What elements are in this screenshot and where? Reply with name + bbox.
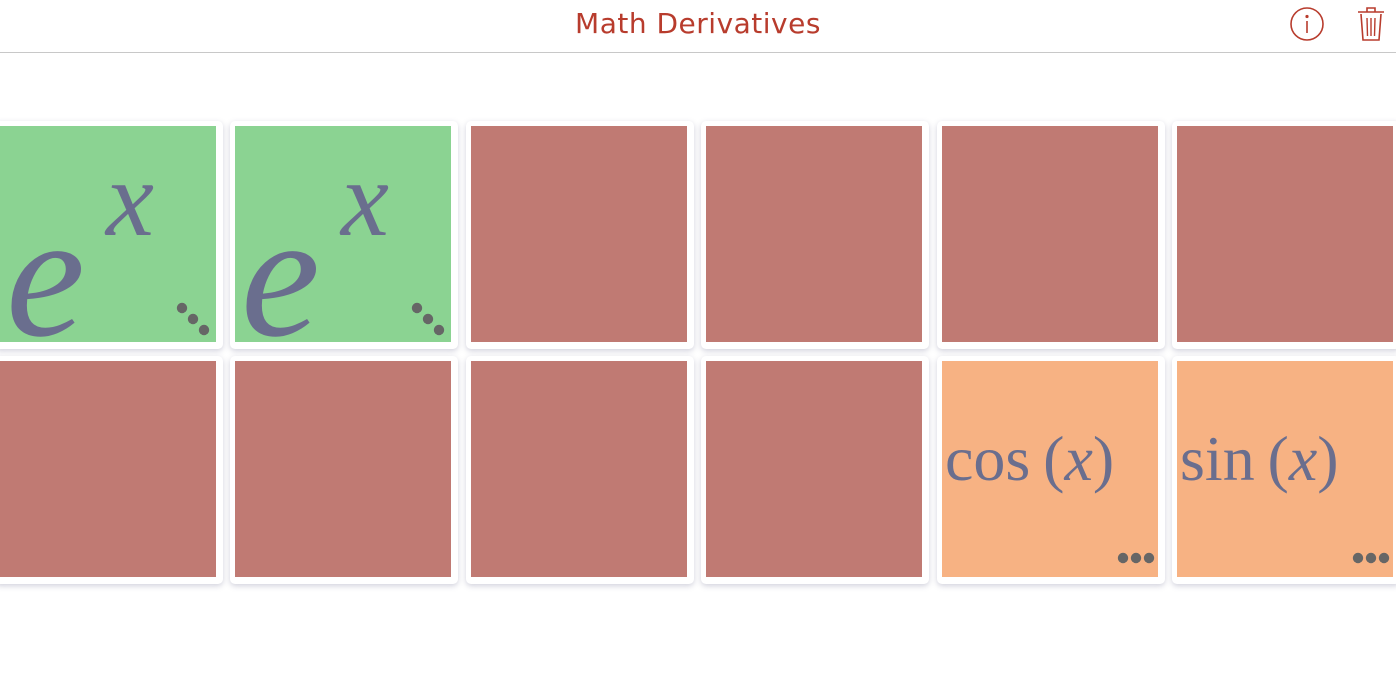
card-face-selected: sin (x) xyxy=(1177,361,1393,577)
card-face-down xyxy=(706,126,922,342)
card-r1-c2[interactable]: e x xyxy=(230,121,458,349)
card-face-down xyxy=(942,126,1158,342)
ellipsis-diagonal-icon xyxy=(176,302,210,336)
ellipsis-horizontal-icon xyxy=(1117,552,1155,564)
card-face-down xyxy=(471,126,687,342)
math-open-paren: ( xyxy=(1043,423,1065,494)
ellipsis-horizontal-icon xyxy=(1352,552,1390,564)
page-title: Math Derivatives xyxy=(575,7,821,40)
math-close-paren: ) xyxy=(1092,423,1115,494)
trash-icon xyxy=(1358,7,1384,41)
info-button[interactable] xyxy=(1289,6,1325,42)
math-base: e xyxy=(6,176,86,342)
math-base: e xyxy=(241,176,321,342)
card-r2-c4[interactable] xyxy=(701,356,929,584)
math-expression: sin (x) xyxy=(1180,427,1339,491)
card-r2-c3[interactable] xyxy=(466,356,694,584)
info-circle-icon xyxy=(1290,7,1324,41)
math-function: cos xyxy=(945,423,1031,494)
card-face-down xyxy=(235,361,451,577)
card-face-down xyxy=(1177,126,1393,342)
delete-button[interactable] xyxy=(1355,5,1387,43)
card-r1-c3[interactable] xyxy=(466,121,694,349)
card-r2-c1[interactable] xyxy=(0,356,223,584)
card-face-down xyxy=(471,361,687,577)
card-r2-c2[interactable] xyxy=(230,356,458,584)
math-function: sin xyxy=(1180,423,1255,494)
math-close-paren: ) xyxy=(1317,423,1339,494)
math-exponent: x xyxy=(341,140,389,259)
math-variable: x xyxy=(1064,423,1093,494)
card-face-selected: cos (x) xyxy=(942,361,1158,577)
card-r1-c5[interactable] xyxy=(937,121,1165,349)
math-expression: cos (x) xyxy=(945,427,1114,491)
math-open-paren: ( xyxy=(1267,423,1289,494)
math-exponent: x xyxy=(106,140,154,259)
card-r2-c5[interactable]: cos (x) xyxy=(937,356,1165,584)
card-face-matched: e x xyxy=(235,126,451,342)
app-header: Math Derivatives xyxy=(0,0,1396,53)
card-face-matched: e x xyxy=(0,126,216,342)
card-face-down xyxy=(706,361,922,577)
card-r1-c1[interactable]: e x xyxy=(0,121,223,349)
ellipsis-diagonal-icon xyxy=(411,302,445,336)
card-r1-c4[interactable] xyxy=(701,121,929,349)
card-r1-c6[interactable] xyxy=(1172,121,1396,349)
card-r2-c6[interactable]: sin (x) xyxy=(1172,356,1396,584)
math-variable: x xyxy=(1288,423,1318,494)
card-face-down xyxy=(0,361,216,577)
